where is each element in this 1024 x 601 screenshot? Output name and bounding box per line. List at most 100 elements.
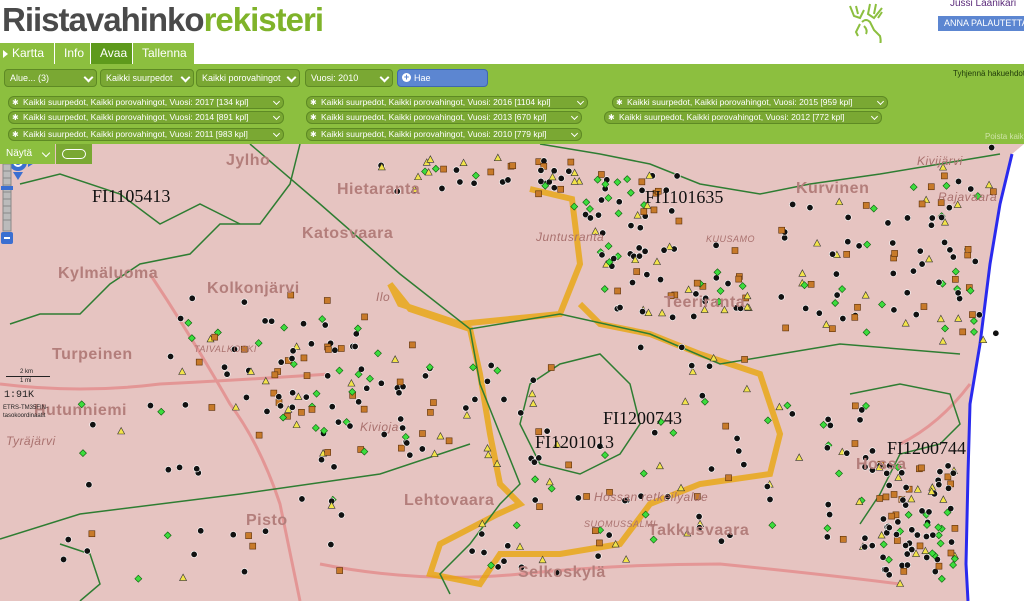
- damage-marker-triangle[interactable]: [813, 238, 822, 247]
- damage-marker-diamond[interactable]: [838, 285, 847, 293]
- damage-marker-diamond[interactable]: [639, 469, 648, 478]
- damage-marker-dot[interactable]: [403, 439, 411, 447]
- damage-marker-dot[interactable]: [504, 176, 512, 184]
- damage-marker-dot[interactable]: [197, 527, 205, 535]
- damage-marker-diamond[interactable]: [471, 171, 480, 180]
- damage-marker-diamond[interactable]: [184, 318, 193, 327]
- damage-marker-diamond[interactable]: [942, 181, 951, 190]
- damage-marker-triangle[interactable]: [548, 172, 557, 181]
- damage-marker-square[interactable]: [337, 345, 345, 352]
- damage-marker-dot[interactable]: [706, 362, 714, 370]
- damage-marker-diamond[interactable]: [936, 539, 945, 548]
- filter-chip[interactable]: Kaikki suurpedot, Kaikki porovahingot, V…: [8, 128, 284, 141]
- damage-marker-dot[interactable]: [971, 257, 979, 265]
- damage-marker-square[interactable]: [920, 303, 928, 310]
- damage-marker-dot[interactable]: [740, 461, 748, 469]
- damage-marker-square[interactable]: [807, 280, 815, 288]
- damage-marker-diamond[interactable]: [335, 366, 344, 375]
- damage-marker-square[interactable]: [964, 246, 972, 253]
- damage-marker-triangle[interactable]: [822, 320, 831, 328]
- damage-marker-dot[interactable]: [263, 407, 271, 415]
- map-view[interactable]: Hietaranta Katosvaara Kylmäluoma Kolkonj…: [0, 144, 1024, 601]
- filter-chip[interactable]: Kaikki suurpedot, Kaikki porovahingot, V…: [8, 111, 284, 124]
- damage-marker-dot[interactable]: [861, 543, 869, 551]
- feedback-button[interactable]: ANNA PALAUTETTA: [938, 16, 1024, 31]
- damage-marker-triangle[interactable]: [622, 555, 631, 563]
- damage-marker-dot[interactable]: [944, 462, 952, 470]
- damage-marker-dot[interactable]: [627, 222, 635, 230]
- damage-marker-dot[interactable]: [695, 513, 703, 521]
- damage-marker-dot[interactable]: [330, 463, 338, 471]
- damage-marker-dot[interactable]: [763, 482, 771, 490]
- damage-marker-dot[interactable]: [885, 481, 893, 489]
- damage-marker-dot[interactable]: [766, 495, 774, 503]
- damage-marker-diamond[interactable]: [783, 401, 792, 410]
- damage-marker-dot[interactable]: [890, 306, 898, 314]
- damage-marker-square[interactable]: [583, 493, 590, 500]
- damage-marker-dot[interactable]: [229, 531, 237, 539]
- predator-select[interactable]: Kaikki suurpedot: [100, 69, 194, 87]
- damage-marker-diamond[interactable]: [823, 524, 832, 533]
- damage-marker-dot[interactable]: [641, 247, 649, 255]
- damage-marker-diamond[interactable]: [862, 328, 871, 337]
- damage-marker-dot[interactable]: [855, 242, 863, 250]
- damage-marker-dot[interactable]: [673, 172, 681, 180]
- damage-marker-dot[interactable]: [868, 542, 876, 550]
- damage-marker-square[interactable]: [195, 358, 203, 366]
- damage-marker-square[interactable]: [839, 535, 847, 543]
- damage-marker-dot[interactable]: [550, 184, 558, 192]
- damage-marker-dot[interactable]: [935, 481, 943, 489]
- damage-marker-square[interactable]: [952, 276, 959, 283]
- damage-marker-dot[interactable]: [277, 358, 285, 366]
- damage-marker-dot[interactable]: [60, 555, 68, 563]
- damage-marker-triangle[interactable]: [538, 555, 547, 564]
- damage-marker-dot[interactable]: [164, 466, 172, 474]
- damage-marker-dot[interactable]: [913, 531, 921, 539]
- damage-marker-square[interactable]: [409, 341, 416, 349]
- damage-marker-square[interactable]: [303, 372, 311, 379]
- damage-marker-square[interactable]: [325, 346, 332, 353]
- damage-marker-dot[interactable]: [531, 496, 539, 504]
- filter-chip[interactable]: Kaikki suurpedot, Kaikki porovahingot, V…: [306, 128, 582, 141]
- damage-marker-diamond[interactable]: [586, 204, 594, 213]
- damage-marker-dot[interactable]: [240, 298, 248, 306]
- pan-down-icon[interactable]: [13, 172, 23, 180]
- damage-marker-diamond[interactable]: [79, 449, 87, 458]
- damage-marker-square[interactable]: [208, 404, 216, 411]
- damage-marker-dot[interactable]: [688, 362, 696, 370]
- damage-marker-diamond[interactable]: [531, 475, 539, 484]
- damage-marker-dot[interactable]: [504, 542, 512, 550]
- damage-marker-dot[interactable]: [941, 238, 949, 246]
- damage-marker-dot[interactable]: [605, 531, 613, 539]
- damage-marker-dot[interactable]: [462, 404, 470, 412]
- damage-marker-dot[interactable]: [500, 395, 508, 403]
- damage-marker-dot[interactable]: [902, 484, 910, 492]
- damage-marker-square[interactable]: [731, 247, 739, 254]
- damage-marker-square[interactable]: [487, 168, 495, 176]
- damage-marker-square[interactable]: [951, 525, 959, 532]
- damage-marker-square[interactable]: [900, 568, 908, 575]
- damage-marker-dot[interactable]: [832, 270, 840, 278]
- damage-marker-dot[interactable]: [470, 179, 478, 187]
- damage-marker-diamond[interactable]: [163, 531, 172, 540]
- damage-marker-diamond[interactable]: [700, 397, 709, 406]
- damage-marker-dot[interactable]: [815, 309, 823, 317]
- damage-marker-dot[interactable]: [948, 538, 956, 546]
- damage-marker-dot[interactable]: [781, 234, 789, 242]
- damage-marker-dot[interactable]: [844, 238, 852, 246]
- damage-marker-dot[interactable]: [85, 481, 93, 489]
- damage-marker-triangle[interactable]: [795, 453, 804, 461]
- damage-marker-dot[interactable]: [334, 418, 342, 426]
- remove-all-filters-link[interactable]: Poista kaikki: [985, 132, 1024, 141]
- damage-marker-square[interactable]: [882, 493, 890, 501]
- damage-marker-dot[interactable]: [660, 246, 668, 254]
- layer-toggle-button[interactable]: [56, 144, 92, 164]
- damage-marker-dot[interactable]: [922, 533, 930, 541]
- search-button[interactable]: + Hae: [397, 69, 488, 87]
- damage-marker-square[interactable]: [638, 178, 646, 186]
- damage-marker-diamond[interactable]: [904, 510, 913, 519]
- damage-marker-diamond[interactable]: [934, 531, 943, 540]
- damage-marker-dot[interactable]: [903, 561, 911, 569]
- filter-chip[interactable]: Kaikki suurpedot, Kaikki porovahingot, V…: [306, 96, 588, 109]
- damage-marker-dot[interactable]: [894, 518, 902, 526]
